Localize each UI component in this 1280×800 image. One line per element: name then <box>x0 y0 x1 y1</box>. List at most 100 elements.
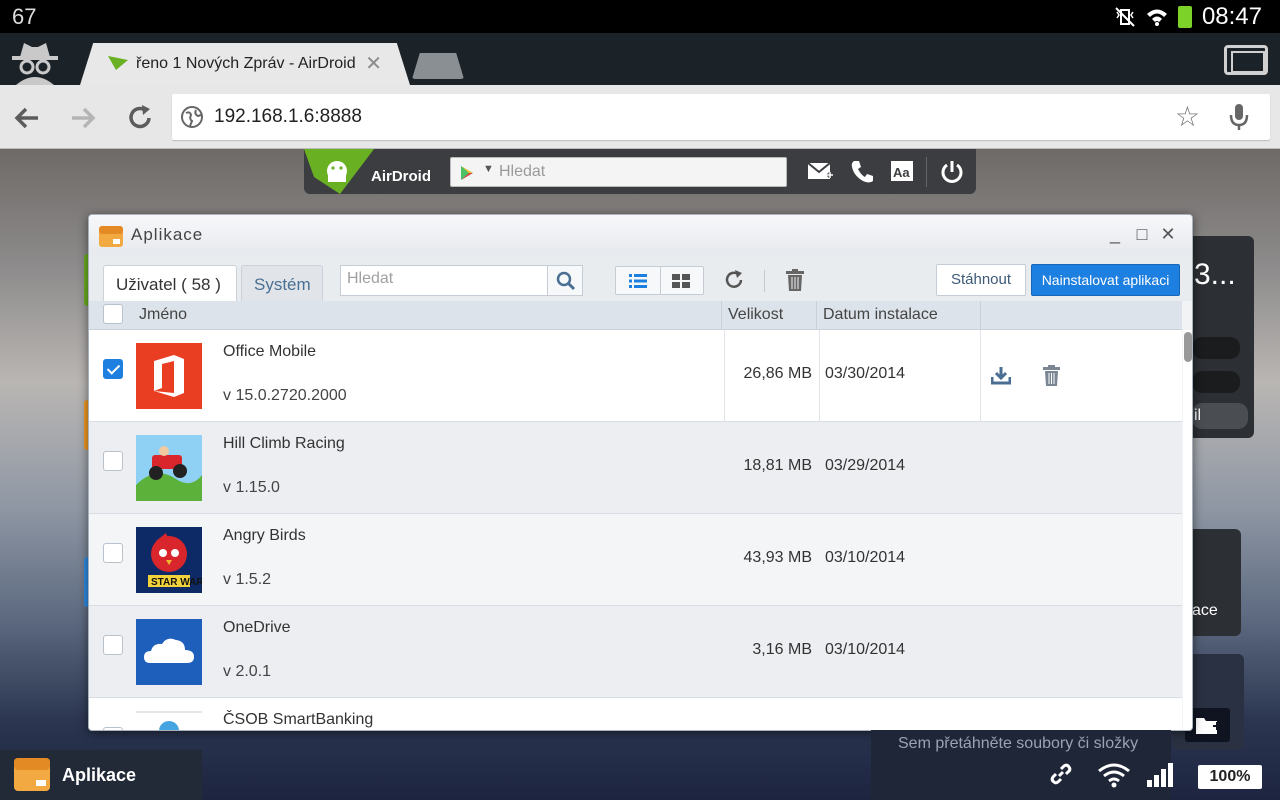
app-install-date: 03/30/2014 <box>825 365 906 382</box>
toolbar-separator <box>926 157 927 187</box>
apps-table-body: Office Mobile v 15.0.2720.2000 26,86 MB … <box>89 330 1182 730</box>
app-name: OneDrive <box>223 619 291 636</box>
app-install-date: 03/10/2014 <box>825 641 906 658</box>
app-size: 26,86 MB <box>743 365 812 382</box>
airdroid-logo-icon <box>304 149 374 194</box>
airdroid-search-input[interactable]: ▼ Hledat <box>450 157 787 187</box>
view-toggle-separator <box>660 267 661 294</box>
microphone-icon[interactable] <box>1228 103 1250 131</box>
row-checkbox[interactable] <box>103 359 123 379</box>
list-view-icon[interactable] <box>629 274 647 288</box>
globe-icon <box>181 106 203 128</box>
taskbar-apps-label: Aplikace <box>62 765 137 785</box>
column-header-size[interactable]: Velikost <box>728 306 783 324</box>
status-left-number: 67 <box>12 4 37 29</box>
background-apps-card-text: ace <box>1192 602 1218 619</box>
maximize-icon[interactable]: □ <box>1132 224 1152 245</box>
apps-search-button[interactable] <box>547 265 583 296</box>
background-widget-text: 3... <box>1194 258 1236 291</box>
grid-view-icon[interactable] <box>672 274 690 288</box>
table-row[interactable]: STAR WARS Angry Birds v 1.5.2 43,93 MB 0… <box>89 514 1182 606</box>
phone-icon[interactable] <box>849 159 875 185</box>
csob-icon <box>136 711 202 730</box>
download-button[interactable]: Stáhnout <box>936 264 1026 296</box>
app-install-date: 03/10/2014 <box>825 549 906 566</box>
row-checkbox[interactable] <box>103 727 123 730</box>
forward-arrow-icon[interactable] <box>68 103 98 133</box>
background-widget-button: il <box>1192 403 1248 429</box>
table-row[interactable]: ČSOB SmartBanking <box>89 698 1182 730</box>
link-icon[interactable] <box>1049 762 1073 786</box>
download-icon[interactable] <box>991 365 1011 385</box>
new-folder-icon <box>1196 718 1221 734</box>
incognito-icon <box>12 43 58 85</box>
back-arrow-icon[interactable] <box>12 103 42 133</box>
app-name: ČSOB SmartBanking <box>223 711 374 728</box>
toolbar-separator <box>764 270 765 292</box>
status-right-area: 08:47 <box>1114 3 1262 31</box>
scrollbar-thumb[interactable] <box>1184 332 1192 362</box>
background-widget-bar <box>1192 371 1240 393</box>
apps-window-titlebar[interactable]: Aplikace _ □ ✕ <box>89 215 1192 255</box>
wifi-signal-icon <box>1098 763 1130 788</box>
vibrate-mute-icon <box>1115 7 1135 27</box>
new-tab-button[interactable] <box>412 53 464 79</box>
column-separator <box>980 301 981 330</box>
column-separator <box>816 301 817 330</box>
angry-birds-star-wars-icon: STAR WARS <box>136 527 202 593</box>
view-toggle-group <box>615 266 704 295</box>
apps-window-title: Aplikace <box>131 225 204 244</box>
table-row[interactable]: Hill Climb Racing v 1.15.0 18,81 MB 03/2… <box>89 422 1182 514</box>
app-size: 43,93 MB <box>743 549 812 566</box>
bookmark-star-icon[interactable]: ☆ <box>1175 100 1200 133</box>
minimize-icon[interactable]: _ <box>1105 224 1125 245</box>
apps-table-header: Jméno Velikost Datum instalace <box>89 301 1182 330</box>
row-checkbox[interactable] <box>103 635 123 655</box>
hill-climb-icon <box>136 435 202 501</box>
delete-trash-icon[interactable] <box>786 269 804 291</box>
cell-signal-icon <box>1147 763 1173 787</box>
table-scrollbar[interactable] <box>1183 330 1192 730</box>
svg-text:Aa: Aa <box>893 165 910 180</box>
tab-title: řeno 1 Nových Zpráv - AirDroid <box>136 55 356 72</box>
close-window-icon[interactable]: ✕ <box>1158 224 1178 245</box>
app-version: v 15.0.2720.2000 <box>223 387 347 404</box>
table-row[interactable]: Office Mobile v 15.0.2720.2000 26,86 MB … <box>89 330 1182 422</box>
browser-tab-active[interactable]: řeno 1 Nových Zpráv - AirDroid ✕ <box>80 43 410 85</box>
install-app-button[interactable]: Nainstalovat aplikaci <box>1031 264 1180 296</box>
tab-switcher-icon[interactable] <box>1224 45 1268 75</box>
file-drop-text: Sem přetáhněte soubory či složky <box>898 735 1139 752</box>
new-message-icon[interactable] <box>807 159 833 185</box>
app-size: 3,16 MB <box>752 641 812 658</box>
address-bar[interactable]: 192.168.1.6:8888 ☆ <box>172 94 1270 140</box>
browser-tab-strip: řeno 1 Nových Zpráv - AirDroid ✕ <box>0 33 1280 85</box>
select-all-checkbox[interactable] <box>103 304 123 324</box>
app-name: Office Mobile <box>223 343 317 360</box>
airdroid-top-bar: AirDroid ▼ Hledat Aa <box>304 149 976 194</box>
refresh-icon[interactable] <box>723 269 745 291</box>
google-play-icon <box>461 166 473 180</box>
tab-system-apps[interactable]: Systém <box>241 265 323 301</box>
row-checkbox[interactable] <box>103 451 123 471</box>
browser-toolbar: 192.168.1.6:8888 ☆ <box>0 85 1280 149</box>
tab-close-icon[interactable]: ✕ <box>365 51 382 76</box>
reload-icon[interactable] <box>125 103 155 133</box>
text-font-icon[interactable]: Aa <box>890 159 916 185</box>
app-name: Angry Birds <box>223 527 306 544</box>
column-header-name[interactable]: Jméno <box>139 306 187 324</box>
app-size: 18,81 MB <box>743 457 812 474</box>
row-delete-icon[interactable] <box>1043 365 1060 386</box>
tab-user-apps[interactable]: Uživatel ( 58 ) <box>103 265 237 301</box>
airdroid-search-placeholder: Hledat <box>499 163 546 180</box>
taskbar-apps-item[interactable]: Aplikace <box>0 750 202 800</box>
apps-window: Aplikace _ □ ✕ Uživatel ( 58 ) Systém Hl… <box>88 214 1193 731</box>
table-row[interactable]: OneDrive v 2.0.1 3,16 MB 03/10/2014 <box>89 606 1182 698</box>
app-version: v 1.5.2 <box>223 571 272 588</box>
onedrive-icon <box>136 619 202 685</box>
airdroid-brand-text: AirDroid <box>371 168 431 185</box>
airdroid-logo[interactable]: AirDroid <box>304 149 432 194</box>
row-checkbox[interactable] <box>103 543 123 563</box>
search-dropdown-caret-icon[interactable]: ▼ <box>483 163 494 175</box>
power-icon[interactable] <box>939 159 965 185</box>
column-header-date[interactable]: Datum instalace <box>823 306 938 324</box>
